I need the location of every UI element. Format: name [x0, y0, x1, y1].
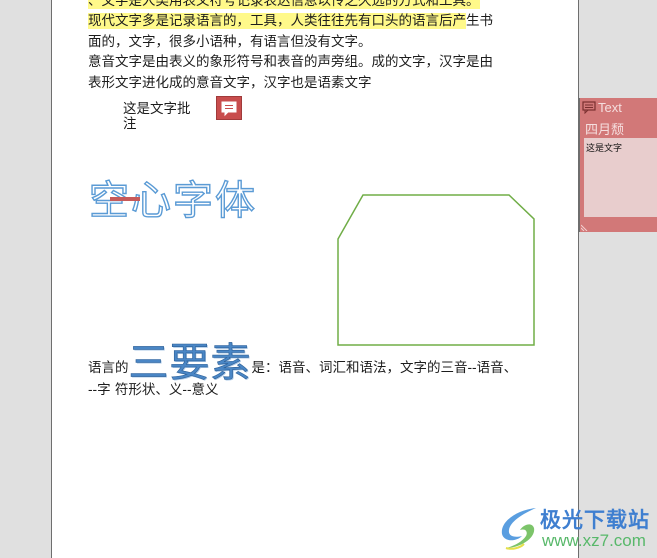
watermark-url: www.xz7.com	[542, 531, 646, 550]
resize-grip-icon[interactable]	[581, 223, 589, 231]
note-panel[interactable]: Text 四月颓 这是文字	[579, 98, 657, 232]
speech-bubble-icon	[221, 101, 237, 117]
note-author: 四月颓	[585, 123, 625, 138]
elements-paragraph-line-2: --字 符形状、义--意义	[88, 382, 219, 398]
document-page[interactable]: 、文字是人类用表义符号记录表达信息以传之久远的方式和工具。 现代文字多是记录语言…	[51, 0, 579, 558]
watermark-logo-icon	[501, 508, 536, 550]
watermark-title: 极光下载站	[540, 508, 650, 532]
paragraph-line-2: 现代文字多是记录语言的，工具，人类往往先有口头的语言后产生书	[88, 13, 493, 29]
paragraph-line-5: 表形文字进化成的意音文字，汉字也是语素文字	[88, 75, 372, 91]
comment-icon[interactable]	[216, 96, 242, 120]
comment-anchor-text: 这是文字批注	[123, 101, 191, 132]
highlighted-text: 现代文字多是记录语言的，工具，人类往往先有口头的语言后产	[88, 13, 466, 29]
note-header: Text	[582, 100, 622, 115]
elements-paragraph: 语言的三要素是：语音、词汇和语法，文字的三音--语音、	[88, 340, 518, 386]
watermark: 极光下载站 www.xz7.com	[496, 500, 657, 556]
red-underline-mark	[110, 197, 140, 201]
note-body[interactable]: 这是文字	[584, 138, 657, 217]
snip-corner-shape[interactable]	[337, 194, 535, 346]
paragraph-line-3: 面的，文字，很多小语种，有语言但没有文字。	[88, 34, 372, 50]
paragraph-line-4: 意音文字是由表义的象形符号和表音的声旁组。成的文字，汉字是由	[88, 54, 493, 70]
note-icon	[582, 101, 596, 114]
